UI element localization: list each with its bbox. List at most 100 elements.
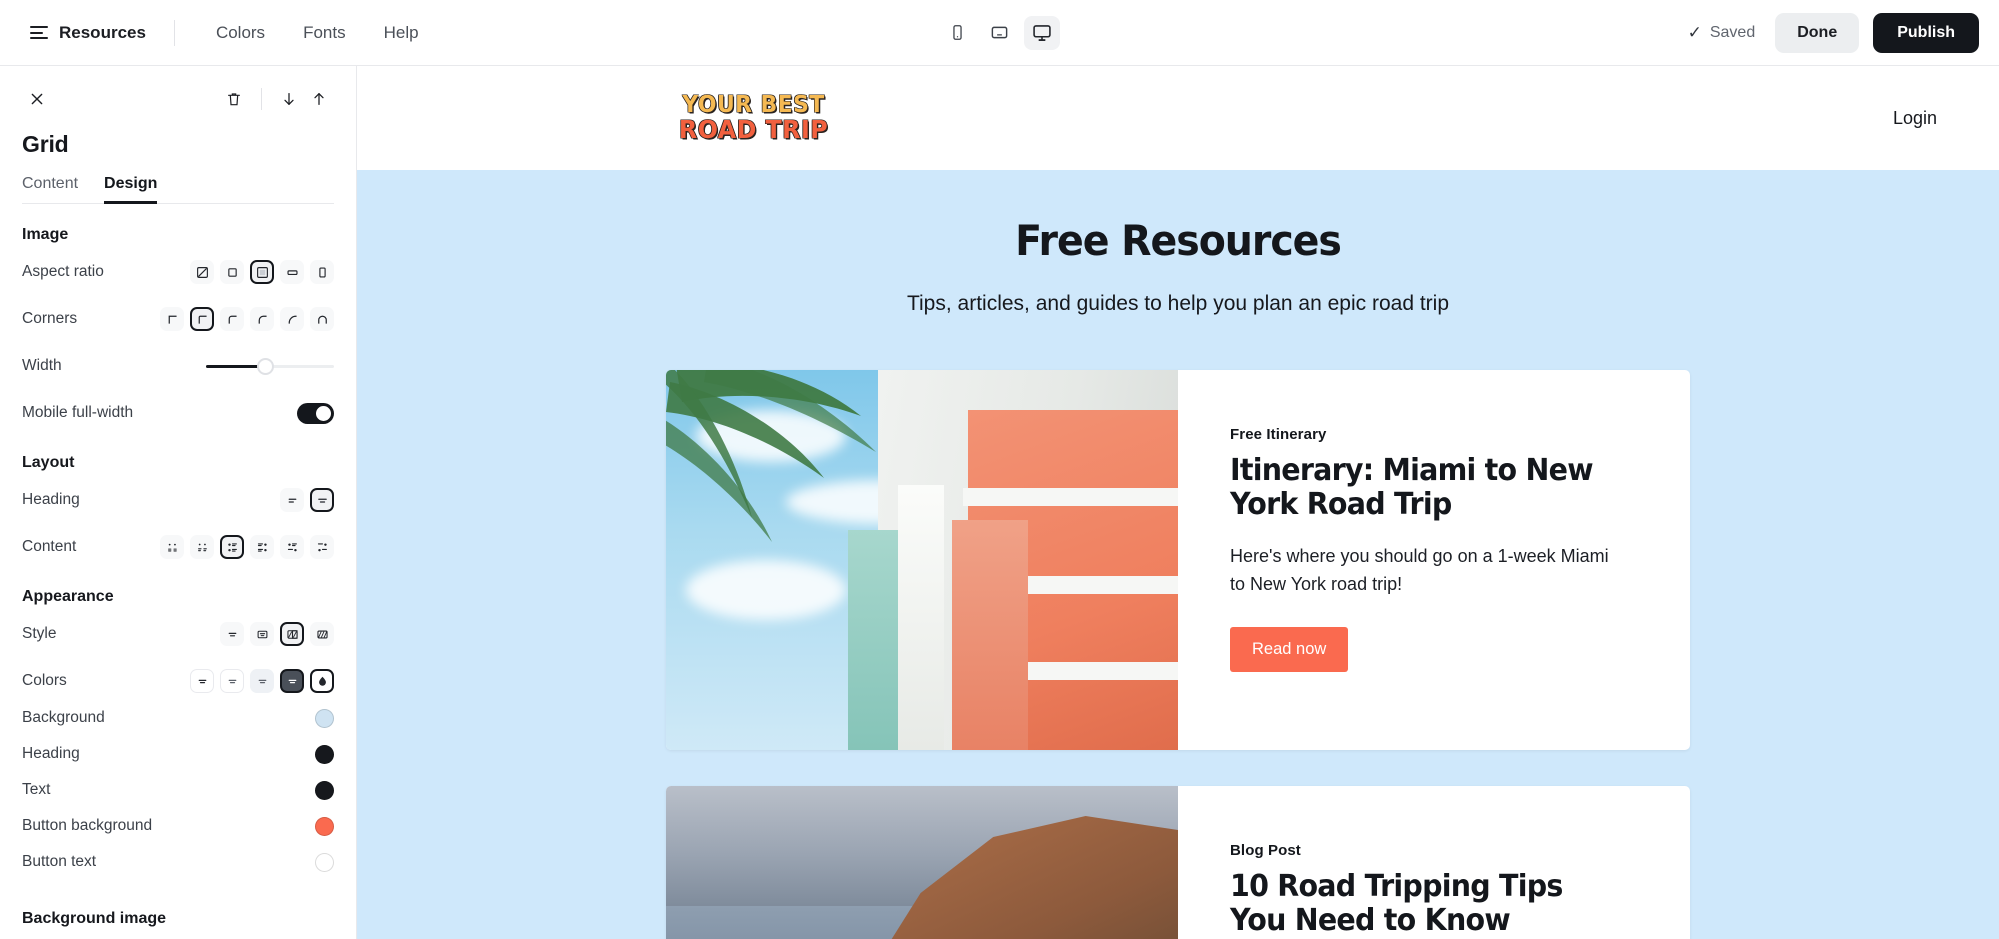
section-title-image: Image (22, 226, 69, 243)
aspect-ratio-option-portrait[interactable] (310, 260, 334, 284)
tab-content[interactable]: Content (22, 175, 78, 204)
trash-icon[interactable] (219, 84, 249, 114)
colors-option-1[interactable] (190, 669, 214, 693)
check-icon: ✓ (1687, 23, 1702, 42)
hamburger-icon (30, 26, 48, 39)
heading-layout-options (280, 488, 334, 512)
swatch-button-text[interactable] (315, 852, 334, 872)
card-grid: Free Itinerary Itinerary: Miami to New Y… (357, 370, 1999, 939)
section-title-appearance: Appearance (22, 588, 114, 605)
swatch-row-text: Text (22, 772, 334, 808)
style-label: Style (22, 625, 57, 642)
slider-thumb[interactable] (256, 357, 274, 375)
width-label: Width (22, 357, 62, 374)
swatch-button-background[interactable] (315, 816, 334, 836)
panel-header-divider (261, 88, 262, 110)
aspect-ratio-options (190, 260, 334, 284)
style-row: Style (22, 615, 334, 653)
aspect-ratio-label: Aspect ratio (22, 263, 104, 280)
style-option-split[interactable] (280, 622, 304, 646)
corners-option-6[interactable] (310, 307, 334, 331)
colors-option-custom[interactable] (310, 669, 334, 693)
swatch-label-heading: Heading (22, 745, 80, 762)
palm-leaves-icon (666, 370, 876, 542)
content-layout-option-1[interactable] (160, 535, 184, 559)
menu-item-fonts[interactable]: Fonts (284, 17, 365, 49)
toggle-knob (316, 405, 331, 421)
heading-align-left-option[interactable] (280, 488, 304, 512)
aspect-ratio-option-square-outline[interactable] (220, 260, 244, 284)
card-item[interactable]: Free Itinerary Itinerary: Miami to New Y… (666, 370, 1690, 750)
mobile-full-width-toggle[interactable] (297, 402, 334, 424)
colors-option-4[interactable] (280, 669, 304, 693)
menu-item-help[interactable]: Help (365, 17, 438, 49)
style-option-full[interactable] (310, 622, 334, 646)
design-panel: Grid Content Design Image Aspect ratio C… (0, 66, 357, 939)
panel-title: Grid (22, 131, 69, 157)
toolbar-menu: Colors Fonts Help (197, 17, 438, 49)
width-slider[interactable] (206, 357, 334, 375)
device-desktop-button[interactable] (1023, 15, 1060, 50)
page-title: Free Resources (1015, 216, 1342, 265)
publish-button[interactable]: Publish (1873, 12, 1979, 53)
card-title: Itinerary: Miami to New York Road Trip (1230, 453, 1594, 522)
device-tablet-button[interactable] (982, 16, 1018, 50)
section-title-layout: Layout (22, 454, 75, 471)
device-mobile-button[interactable] (940, 16, 976, 50)
login-link[interactable]: Login (1893, 108, 1937, 129)
panel-header (22, 66, 334, 122)
corners-option-1[interactable] (160, 307, 184, 331)
card-description: Here's where you should go on a 1-week M… (1230, 546, 1609, 595)
content-layout-option-2[interactable] (190, 535, 214, 559)
style-option-boxed[interactable] (250, 622, 274, 646)
content-layout-option-6[interactable] (310, 535, 334, 559)
swatch-heading[interactable] (315, 744, 334, 764)
corners-label: Corners (22, 310, 78, 327)
aspect-ratio-row: Aspect ratio (22, 253, 334, 291)
aspect-ratio-option-original[interactable] (190, 260, 214, 284)
content-layout-option-4[interactable] (250, 535, 274, 559)
site-header: YOUR BEST ROAD TRIP Login (357, 66, 1999, 170)
corners-option-2[interactable] (190, 307, 214, 331)
site-logo[interactable]: YOUR BEST ROAD TRIP (675, 91, 832, 145)
swatch-background[interactable] (315, 708, 334, 728)
menu-item-colors[interactable]: Colors (197, 17, 284, 49)
colors-option-2[interactable] (220, 669, 244, 693)
corners-option-5[interactable] (280, 307, 304, 331)
content-layout-option-5[interactable] (280, 535, 304, 559)
colors-option-3[interactable] (250, 669, 274, 693)
tab-design[interactable]: Design (104, 175, 157, 204)
corners-row: Corners (22, 300, 334, 338)
corners-option-3[interactable] (220, 307, 244, 331)
toolbar-left: Resources Colors Fonts Help (26, 17, 438, 49)
done-button[interactable]: Done (1775, 12, 1860, 53)
read-now-button[interactable]: Read now (1230, 626, 1349, 672)
style-option-plain[interactable] (220, 622, 244, 646)
logo-line-1: YOUR BEST (682, 91, 825, 118)
resources-menu-button[interactable]: Resources (26, 17, 150, 49)
aspect-ratio-option-landscape[interactable] (280, 260, 304, 284)
section-title-background-image: Background image (22, 910, 167, 927)
hero-section: Free Resources Tips, articles, and guide… (357, 170, 1999, 939)
swatch-label-button-background: Button background (22, 817, 153, 834)
swatch-row-heading: Heading (22, 736, 334, 772)
card-eyebrow: Blog Post (1230, 842, 1301, 859)
corners-option-4[interactable] (250, 307, 274, 331)
move-down-icon[interactable] (274, 84, 304, 114)
content-layout-option-3[interactable] (220, 535, 244, 559)
logo-line-2: ROAD TRIP (678, 115, 829, 145)
card-item[interactable]: Blog Post 10 Road Tripping Tips You Need… (666, 786, 1690, 939)
close-icon[interactable] (22, 84, 52, 114)
saved-status: ✓ Saved (1688, 24, 1762, 42)
heading-align-center-option[interactable] (310, 488, 334, 512)
move-up-icon[interactable] (304, 84, 334, 114)
swatch-text[interactable] (315, 780, 334, 800)
width-row: Width (22, 347, 334, 385)
colors-row: Colors (22, 662, 334, 700)
aspect-ratio-option-square-filled[interactable] (250, 260, 274, 284)
card-body: Free Itinerary Itinerary: Miami to New Y… (1178, 370, 1690, 750)
top-toolbar: Resources Colors Fonts Help ✓ Saved Done… (0, 0, 1999, 66)
editor-app: Resources Colors Fonts Help ✓ Saved Done… (0, 0, 1999, 939)
colors-label: Colors (22, 672, 67, 689)
card-eyebrow: Free Itinerary (1230, 426, 1327, 443)
